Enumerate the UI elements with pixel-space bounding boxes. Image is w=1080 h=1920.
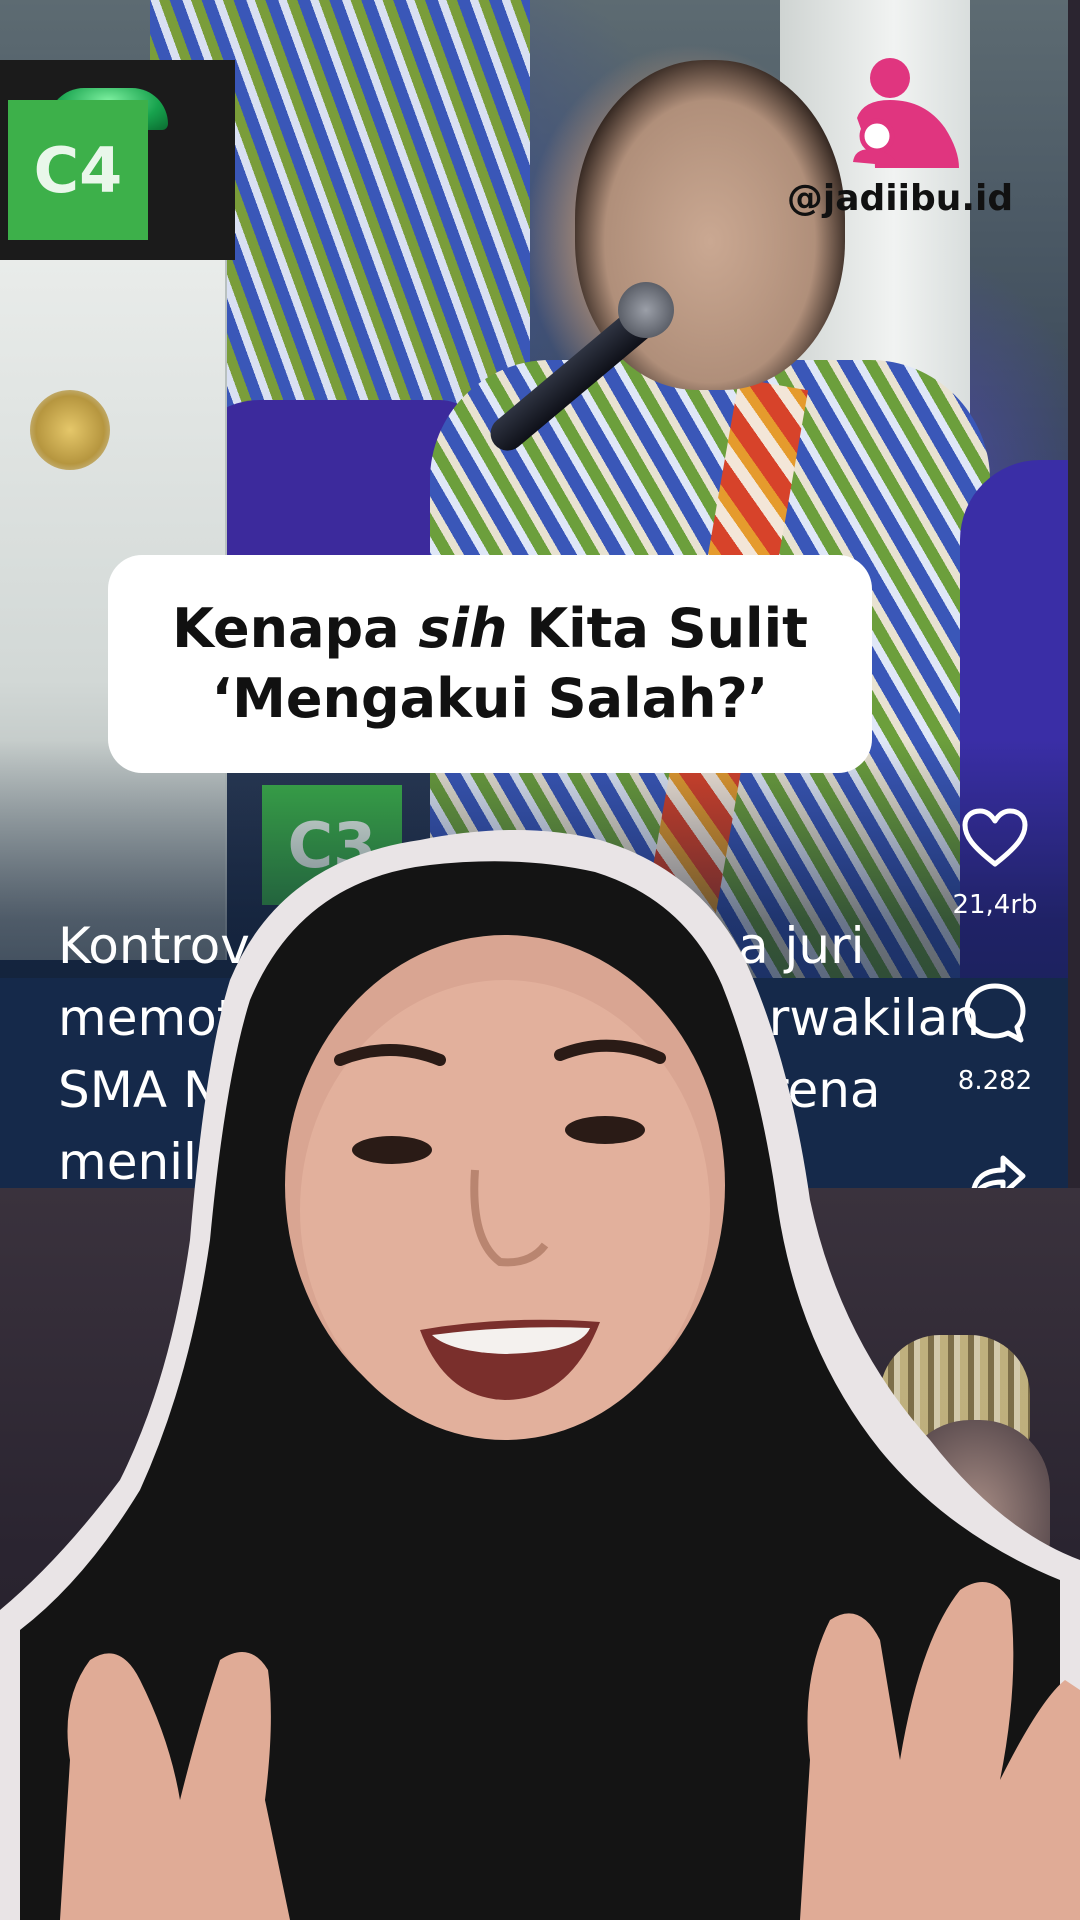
like-action[interactable]: 21,4rb <box>940 808 1050 920</box>
mother-child-logo-icon <box>853 58 959 168</box>
comment-count: 8.282 <box>957 1066 1033 1096</box>
podium-label: C4 <box>8 100 148 240</box>
caption-line-2-left: memot <box>58 989 237 1047</box>
brand-logo: @jadiibu.id <box>780 58 1020 228</box>
comment-action[interactable]: 8.282 <box>940 982 1050 1096</box>
share-icon[interactable] <box>963 1152 1027 1188</box>
headline-line-2: ‘Mengakui Salah?’ <box>211 667 769 730</box>
brand-handle: @jadiibu.id <box>786 178 1014 219</box>
microphone-head <box>618 282 674 338</box>
heart-icon[interactable] <box>962 808 1028 868</box>
caption-line-1-left: Kontrov <box>58 917 250 975</box>
headline-line-1: Kenapa sih Kita Sulit <box>172 594 808 664</box>
like-count: 21,4rb <box>952 890 1038 920</box>
comment-icon[interactable] <box>963 982 1027 1044</box>
background-woman <box>900 1420 1050 1580</box>
headline-text-post: Kita Sulit <box>507 597 808 660</box>
caption-line-3-right: rena <box>768 1061 881 1119</box>
headline-text-emphasis: sih <box>418 597 508 660</box>
caption-line-1-right: a juri <box>738 917 865 975</box>
screen: C4 C3 @jadiibu.id Kenapa sih Kita Sulit … <box>0 0 1080 1920</box>
headline-card: Kenapa sih Kita Sulit ‘Mengakui Salah?’ <box>108 555 872 773</box>
caption-line-3-left: SMA N <box>58 1061 221 1119</box>
share-action[interactable] <box>940 1152 1050 1188</box>
headline-text-pre: Kenapa <box>172 597 419 660</box>
crest-emblem <box>30 390 110 470</box>
